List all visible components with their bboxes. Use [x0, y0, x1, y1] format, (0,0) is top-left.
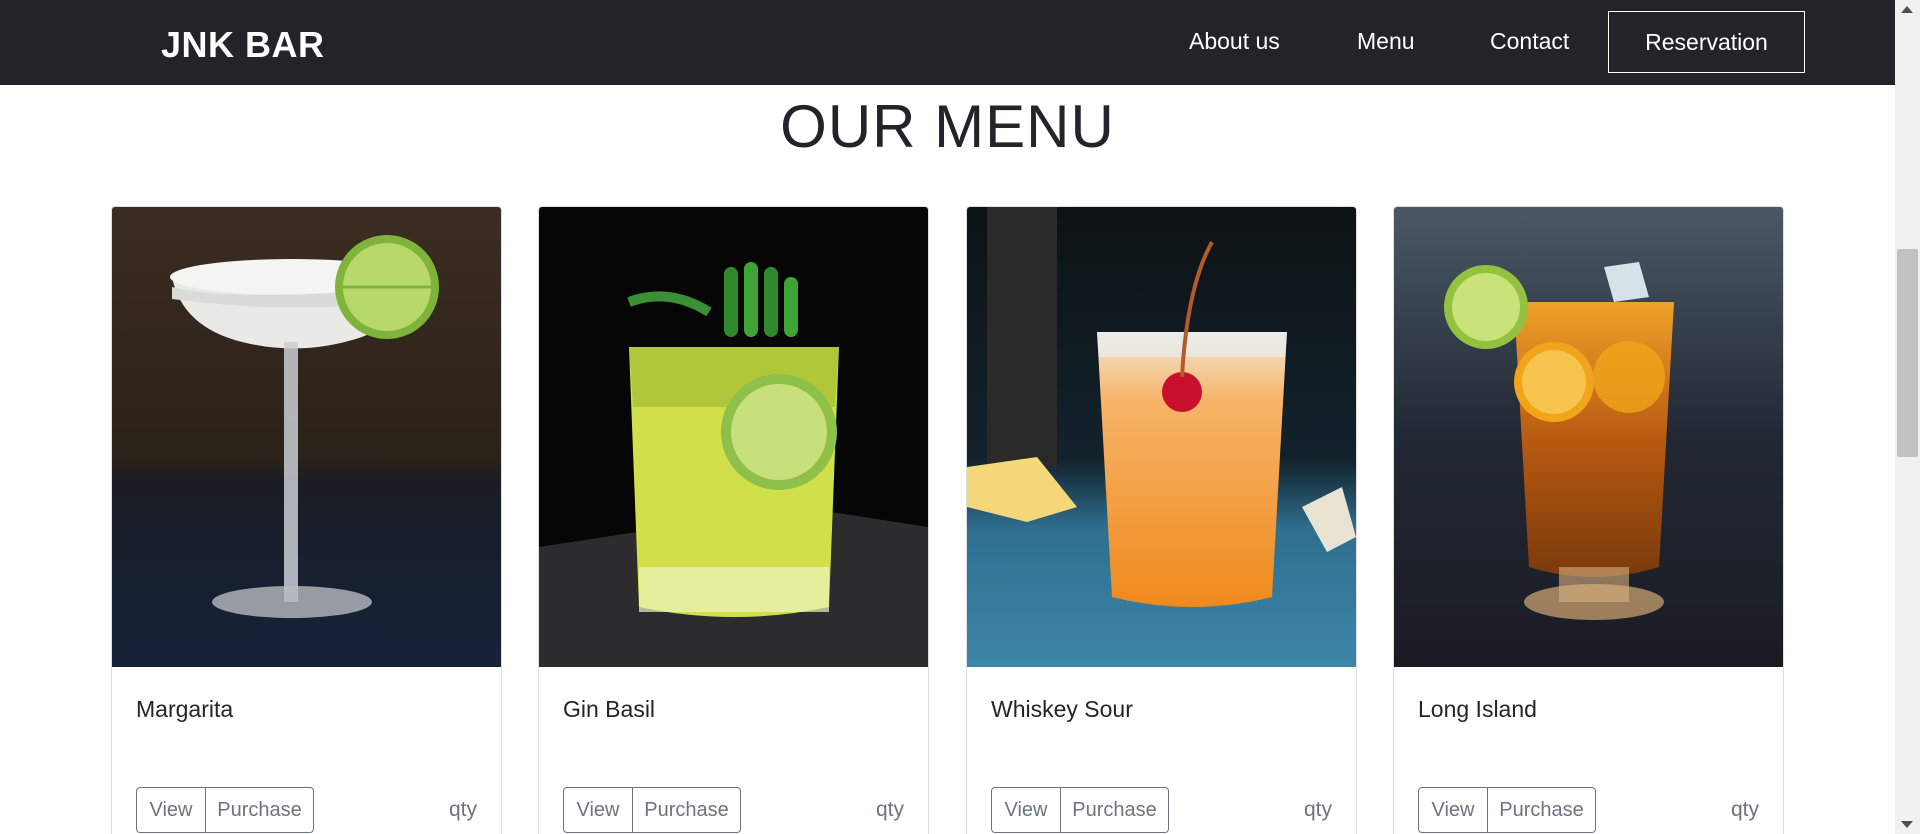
view-button[interactable]: View: [991, 787, 1061, 833]
nav-link-about[interactable]: About us: [1189, 28, 1280, 55]
card-button-group: View Purchase: [563, 787, 741, 833]
card-button-group: View Purchase: [136, 787, 314, 833]
view-button[interactable]: View: [1418, 787, 1488, 833]
gin-basil-photo[interactable]: [539, 207, 928, 667]
qty-label: qty: [1730, 798, 1759, 821]
card-button-group: View Purchase: [991, 787, 1169, 833]
page-title: OUR MENU: [780, 93, 1115, 160]
card-title: Long Island: [1418, 696, 1537, 722]
card-title: Margarita: [136, 696, 234, 722]
nav-link-menu[interactable]: Menu: [1357, 28, 1415, 55]
page-scrollbar[interactable]: [1895, 0, 1920, 834]
view-button[interactable]: View: [563, 787, 633, 833]
menu-card-gin-basil: Gin Basil View Purchase qty: [538, 206, 929, 834]
margarita-photo[interactable]: [112, 207, 501, 667]
whiskey-sour-photo[interactable]: [967, 207, 1356, 667]
purchase-button[interactable]: Purchase: [1488, 787, 1596, 833]
scrollbar-thumb[interactable]: [1897, 249, 1918, 457]
purchase-button[interactable]: Purchase: [206, 787, 314, 833]
menu-card-margarita: Margarita View Purchase qty: [111, 206, 502, 834]
view-button[interactable]: View: [136, 787, 206, 833]
long-island-photo[interactable]: [1394, 207, 1783, 667]
navbar: JNK BAR About us Menu Contact Reservatio…: [0, 0, 1920, 85]
card-button-group: View Purchase: [1418, 787, 1596, 833]
scroll-down-icon[interactable]: [1901, 821, 1913, 828]
qty-label: qty: [875, 798, 904, 821]
purchase-button[interactable]: Purchase: [1061, 787, 1169, 833]
card-title: Whiskey Sour: [991, 696, 1133, 722]
nav-link-contact[interactable]: Contact: [1490, 28, 1569, 55]
qty-label: qty: [448, 798, 477, 821]
brand-logo[interactable]: JNK BAR: [161, 24, 325, 66]
purchase-button[interactable]: Purchase: [633, 787, 741, 833]
scroll-up-icon[interactable]: [1901, 6, 1913, 13]
card-title: Gin Basil: [563, 696, 656, 722]
menu-card-long-island: Long Island View Purchase qty: [1393, 206, 1784, 834]
qty-label: qty: [1303, 798, 1332, 821]
reservation-button[interactable]: Reservation: [1608, 11, 1805, 73]
menu-card-whiskey-sour: Whiskey Sour View Purchase qty: [966, 206, 1357, 834]
